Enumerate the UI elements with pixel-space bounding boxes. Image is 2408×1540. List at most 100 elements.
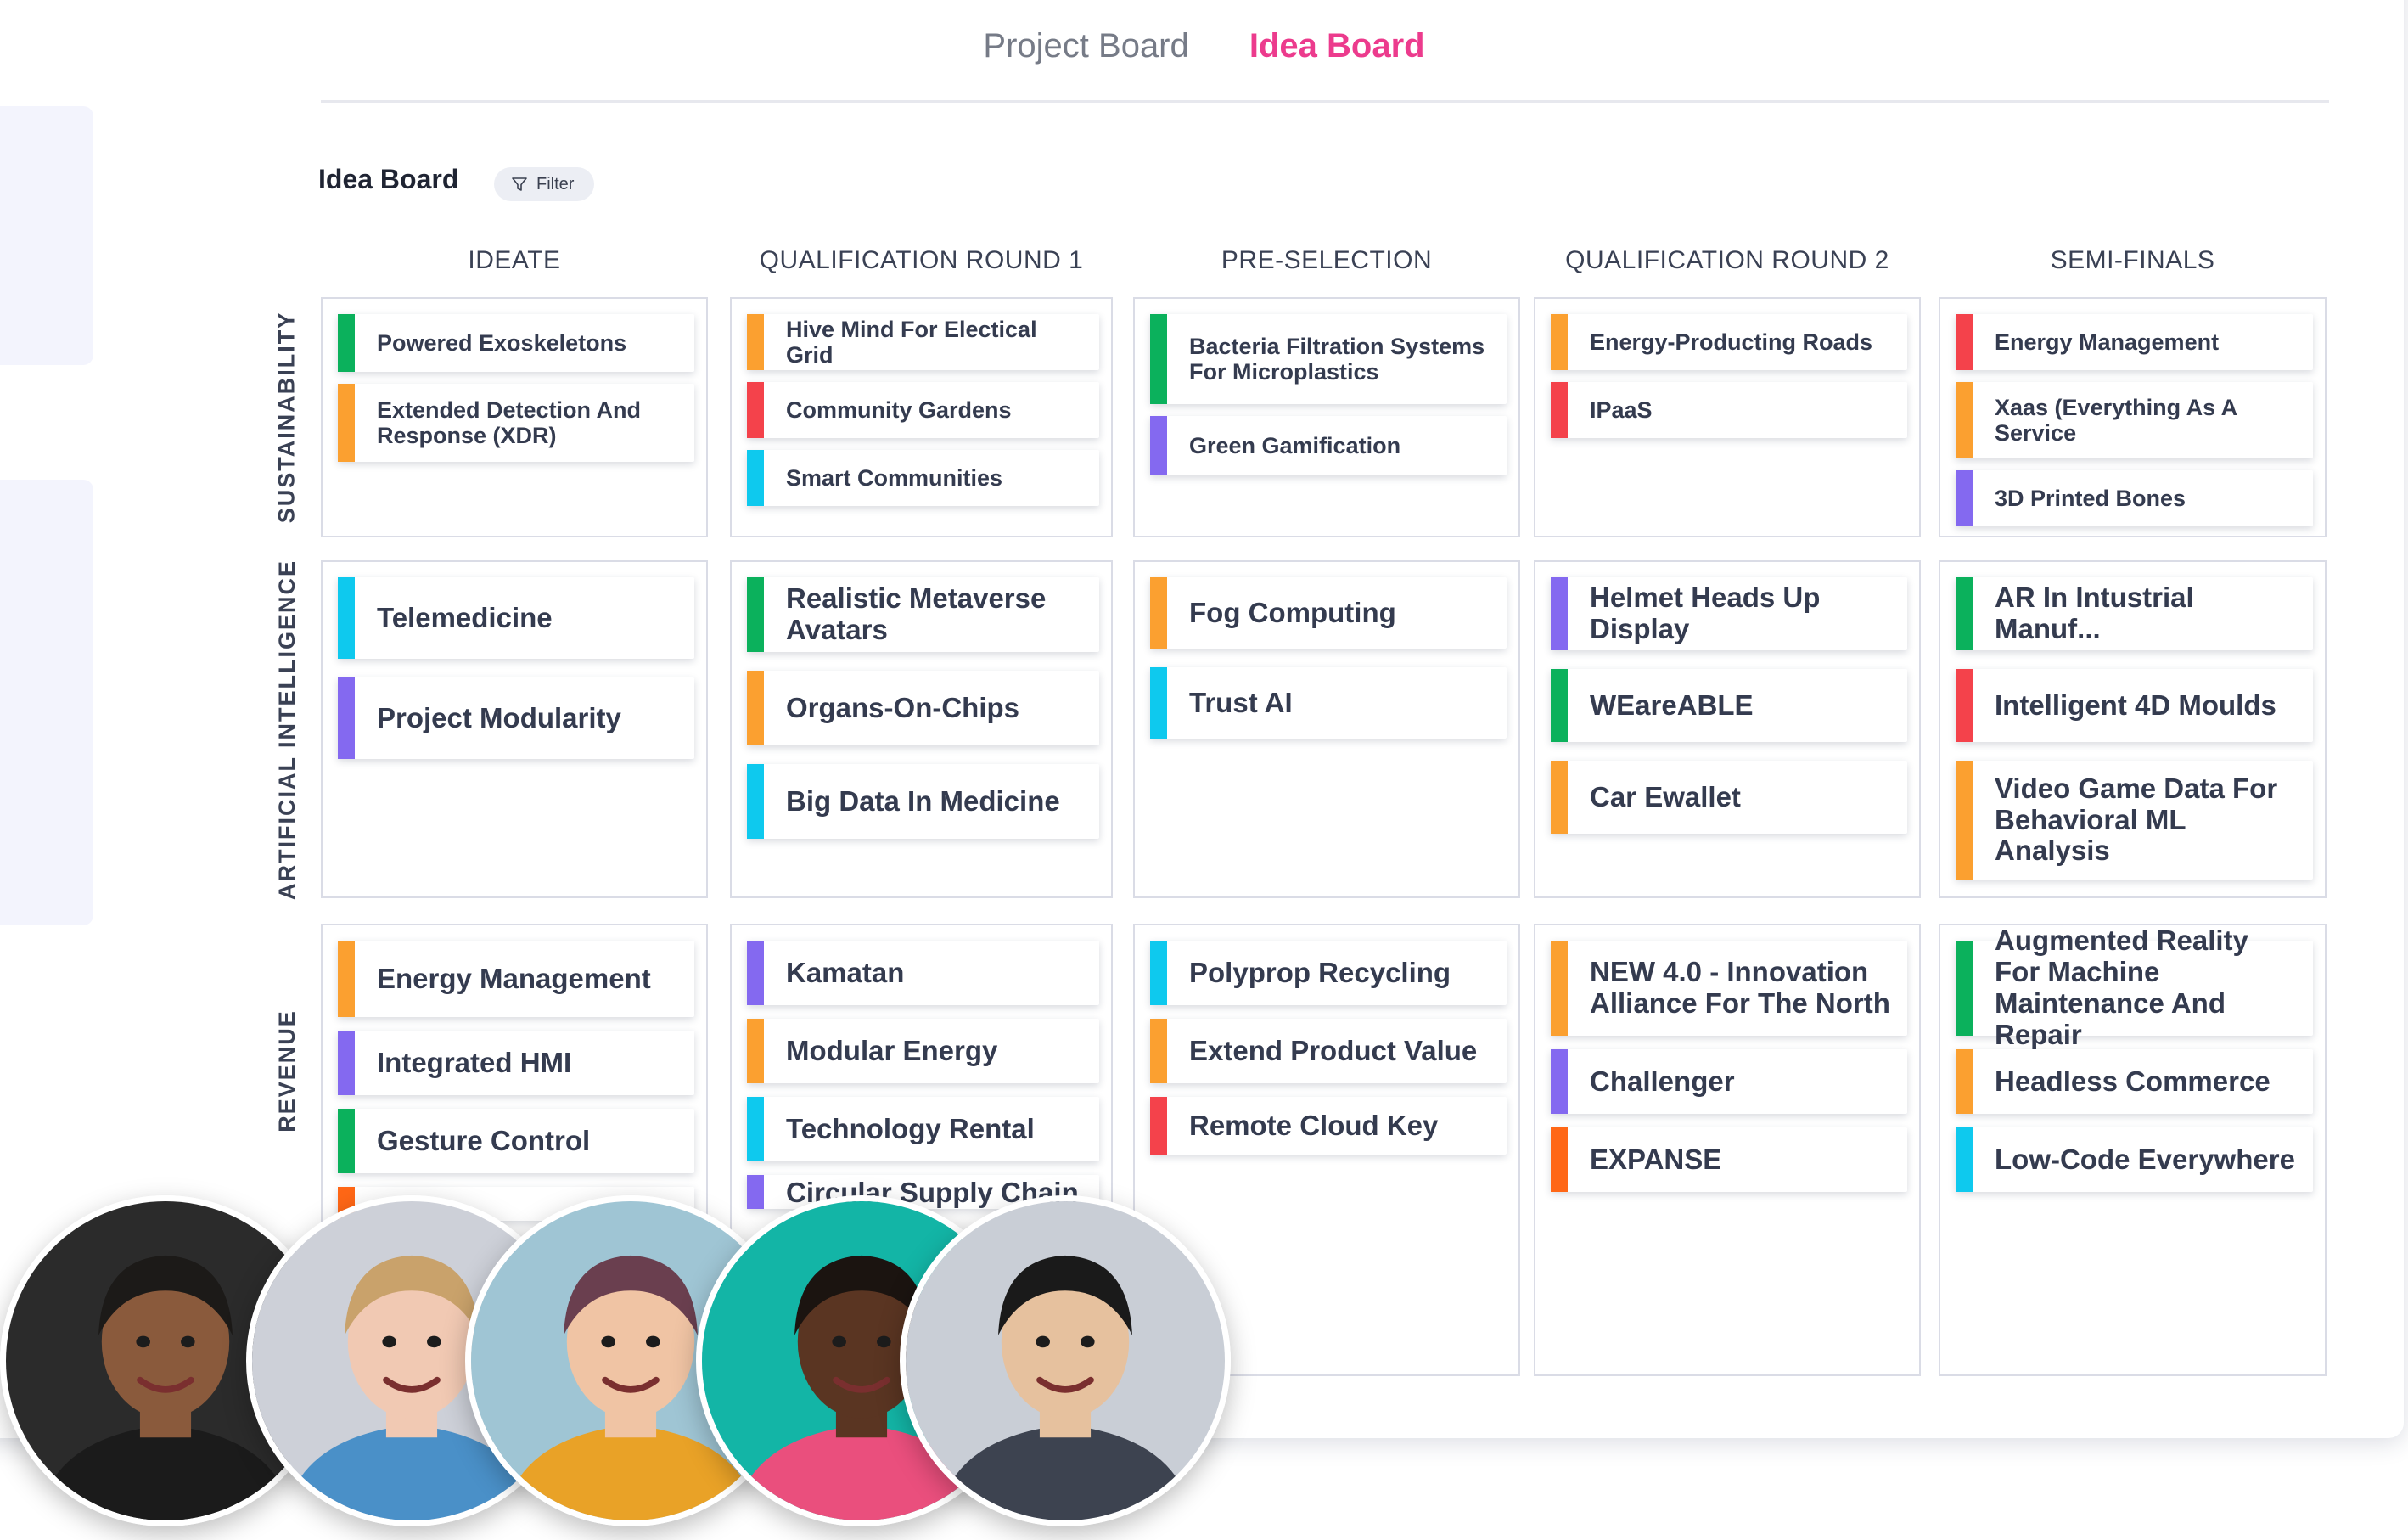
idea-card[interactable]: Intelligent 4D Moulds [1956, 669, 2313, 742]
idea-card-title: Video Game Data For Behavioral ML Analys… [1995, 772, 2278, 867]
idea-card-color-bar [747, 764, 764, 839]
idea-card-color-bar [1956, 382, 1973, 458]
tab-idea-board[interactable]: Idea Board [1249, 27, 1425, 65]
idea-card[interactable]: 3D Printed Bones [1956, 470, 2313, 526]
idea-card-title: Xaas (Everything As A Service [1995, 394, 2237, 446]
idea-card[interactable]: Organs-On-Chips [747, 671, 1099, 745]
board-cell: Realistic Metaverse Avatars Organs-On-Chi… [730, 560, 1113, 898]
idea-card-title: Realistic Metaverse Avatars [786, 582, 1047, 645]
board-cell: Telemedicine Project Modularity [321, 560, 708, 898]
idea-card[interactable]: Smart Communities [747, 450, 1099, 506]
idea-card-title: 3D Printed Bones [1995, 485, 2186, 511]
tab-project-board[interactable]: Project Board [983, 27, 1188, 65]
idea-card-color-bar [1551, 577, 1568, 650]
idea-card[interactable]: NEW 4.0 - Innovation Alliance For The No… [1551, 941, 1907, 1036]
idea-card-color-bar [1551, 669, 1568, 742]
idea-card-title: Helmet Heads Up Display [1590, 582, 1821, 644]
idea-card[interactable]: Xaas (Everything As A Service [1956, 382, 2313, 458]
board-cell: Helmet Heads Up Display WEareABLE Car Ewal… [1534, 560, 1921, 898]
idea-card-color-bar [1150, 1097, 1167, 1155]
idea-card-title: Car Ewallet [1590, 780, 1741, 812]
idea-card-title: Extend Product Value [1189, 1034, 1478, 1066]
idea-card[interactable]: Bacteria Filtration Systems For Micropla… [1150, 314, 1507, 404]
idea-card[interactable]: Challenger [1551, 1049, 1907, 1114]
idea-card-title: IPaaS [1590, 396, 1653, 423]
idea-card[interactable]: EXPANSE [1551, 1127, 1907, 1192]
sidebar-panel-top[interactable] [0, 106, 93, 365]
idea-card[interactable]: Extend Product Value [1150, 1019, 1507, 1083]
idea-card[interactable]: Hive Mind For Electical Grid [747, 314, 1099, 370]
idea-card-title: Organs-On-Chips [786, 691, 1020, 723]
idea-card-title: Fog Computing [1189, 596, 1396, 628]
idea-card-color-bar [338, 577, 355, 659]
idea-card[interactable]: Kamatan [747, 941, 1099, 1005]
idea-card[interactable]: Green Gamification [1150, 416, 1507, 475]
idea-card[interactable]: Telemedicine [338, 577, 694, 659]
idea-card-color-bar [1956, 470, 1973, 526]
idea-card-title: Gesture Control [377, 1124, 591, 1156]
avatar-portrait [906, 1201, 1225, 1520]
idea-card[interactable]: Realistic Metaverse Avatars [747, 577, 1099, 652]
filter-icon [512, 177, 527, 191]
idea-card[interactable]: Polyprop Recycling [1150, 941, 1507, 1005]
idea-card-title: Low-Code Everywhere [1995, 1143, 2295, 1175]
row-label-text: ARTIFICIAL INTELLIGENCE [273, 559, 300, 900]
idea-card[interactable]: Extended Detection And Response (XDR) [338, 384, 694, 462]
idea-card[interactable]: Car Ewallet [1551, 761, 1907, 834]
idea-card-color-bar [1551, 314, 1568, 370]
idea-card[interactable]: WEareABLE [1551, 669, 1907, 742]
idea-card[interactable]: Big Data In Medicine [747, 764, 1099, 839]
idea-card-color-bar [338, 1031, 355, 1095]
idea-card[interactable]: Energy Management [1956, 314, 2313, 370]
idea-card[interactable]: Integrated HMI [338, 1031, 694, 1095]
idea-card[interactable]: Video Game Data For Behavioral ML Analys… [1956, 761, 2313, 880]
idea-card-title: AR In Intustrial Manuf... [1995, 582, 2194, 644]
idea-card-title: Remote Cloud Key [1189, 1109, 1439, 1141]
idea-card-color-bar [1551, 382, 1568, 438]
idea-card[interactable]: IPaaS [1551, 382, 1907, 438]
idea-card[interactable]: Helmet Heads Up Display [1551, 577, 1907, 650]
board-cell: AR In Intustrial Manuf... Intelligent 4D … [1939, 560, 2327, 898]
idea-card[interactable]: Gesture Control [338, 1109, 694, 1173]
idea-card[interactable]: Project Modularity [338, 677, 694, 759]
idea-card-color-bar [747, 1097, 764, 1161]
idea-card-color-bar [1956, 669, 1973, 742]
idea-card-color-bar [747, 941, 764, 1005]
column-header: IDEATE [468, 246, 561, 274]
board-cell: Fog Computing Trust AI [1133, 560, 1520, 898]
row-label-text: REVENUE [273, 1009, 300, 1133]
idea-card-color-bar [1551, 1127, 1568, 1192]
idea-card-title: Powered Exoskeletons [377, 329, 627, 356]
idea-card-color-bar [1551, 941, 1568, 1036]
idea-card-title: Technology Rental [786, 1112, 1035, 1144]
idea-card[interactable]: Energy-Producting Roads [1551, 314, 1907, 370]
idea-card-color-bar [1150, 941, 1167, 1005]
idea-card[interactable]: Augmented Reality For Machine Maintenanc… [1956, 925, 2313, 1050]
idea-card[interactable]: Community Gardens [747, 382, 1099, 438]
idea-card-color-bar [338, 941, 355, 1017]
idea-card[interactable]: Technology Rental [747, 1097, 1099, 1161]
idea-card[interactable]: Modular Energy [747, 1019, 1099, 1083]
idea-card[interactable]: Remote Cloud Key [1150, 1097, 1507, 1155]
idea-card[interactable]: Trust AI [1150, 667, 1507, 739]
idea-card[interactable]: Low-Code Everywhere [1956, 1127, 2313, 1192]
idea-card-color-bar [747, 577, 764, 652]
idea-card[interactable]: Energy Management [338, 941, 694, 1017]
row-label: SUSTAINABILITY [261, 297, 312, 537]
idea-card-color-bar [1551, 1049, 1568, 1114]
idea-card-color-bar [747, 382, 764, 438]
idea-card-color-bar [747, 1019, 764, 1083]
idea-card-color-bar [1956, 1127, 1973, 1192]
idea-card[interactable]: Powered Exoskeletons [338, 314, 694, 372]
idea-card[interactable]: Headless Commerce [1956, 1049, 2313, 1114]
idea-card-title: Intelligent 4D Moulds [1995, 689, 2276, 721]
idea-card-title: Community Gardens [786, 396, 1012, 423]
board-cell: NEW 4.0 - Innovation Alliance For The No… [1534, 924, 1921, 1376]
idea-card[interactable]: Fog Computing [1150, 577, 1507, 649]
sidebar-panel-bottom[interactable] [0, 480, 93, 925]
filter-button[interactable]: Filter [494, 167, 595, 201]
board-cell: Energy-Producting Roads IPaaS [1534, 297, 1921, 537]
idea-card[interactable]: AR In Intustrial Manuf... [1956, 577, 2313, 650]
idea-card-title: Green Gamification [1189, 432, 1401, 458]
idea-card-title: EXPANSE [1590, 1143, 1722, 1175]
